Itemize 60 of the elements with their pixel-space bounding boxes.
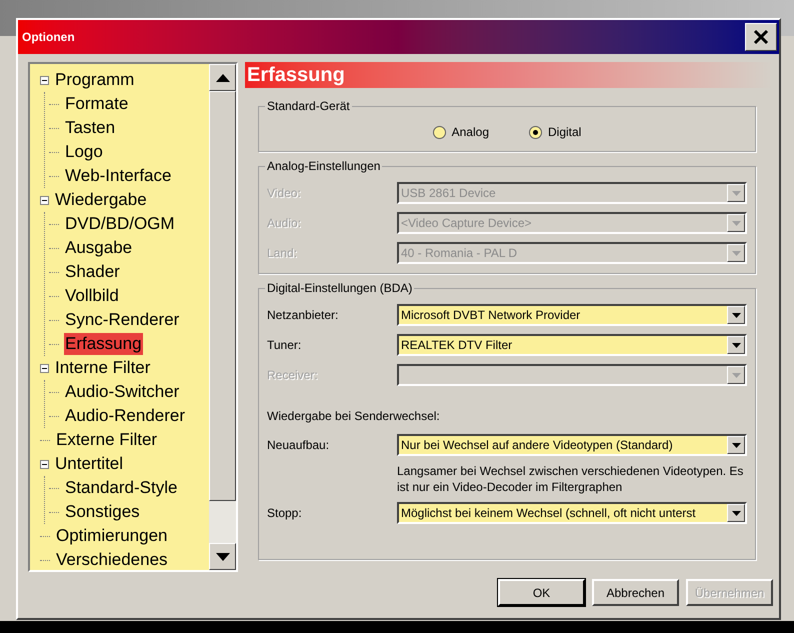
collapse-icon[interactable] [40,196,49,204]
tree-item[interactable]: Logo [64,141,104,163]
tree-item[interactable]: Optimierungen [55,525,169,547]
tree-item[interactable]: Wiedergabe [54,189,148,211]
tree-item[interactable]: Verschiedenes [55,549,169,570]
dropdown[interactable] [397,364,747,386]
tree-item[interactable]: Vollbild [64,285,120,307]
tree-item[interactable]: Interne Filter [54,357,152,379]
radio-label: Digital [548,124,582,141]
section-heading: Wiedergabe bei Senderwechsel: [267,408,441,425]
tree-item[interactable]: Externe Filter [55,429,158,451]
group-title: Standard-Gerät [265,99,352,113]
tree-item[interactable]: Programm [54,69,136,91]
tree-item[interactable]: Formate [64,93,130,115]
radio-button[interactable] [432,126,446,138]
dropdown[interactable]: Möglichst bei keinem Wechsel (schnell, oft nicht unterst [397,502,747,524]
window-title: Optionen [22,29,75,46]
radio-label: Analog [452,124,489,141]
close-button[interactable] [745,23,777,51]
tree-item[interactable]: Audio-Switcher [64,381,180,403]
field-label: Tuner: [267,337,302,354]
dropdown-value: <Video Capture Device> [400,215,533,232]
field-label: Netzanbieter: [267,307,340,324]
tree-item[interactable]: DVD/BD/OGM [64,213,176,235]
tree-item[interactable]: Erfassung [64,333,143,355]
dialog-button[interactable]: Abbrechen [592,579,679,606]
scroll-up-icon[interactable] [209,64,236,91]
dropdown[interactable]: Nur bei Wechsel auf andere Videotypen (Standard) [397,434,747,456]
dropdown-value: 40 - Romania - PAL D [400,245,518,262]
dropdown-value: Nur bei Wechsel auf andere Videotypen (Standard) [400,437,674,454]
tree-item[interactable]: Sync-Renderer [64,309,180,331]
close-icon [753,29,769,45]
tree-item[interactable]: Audio-Renderer [64,405,186,427]
scroll-down-icon[interactable] [209,543,236,570]
scrollbar[interactable] [209,64,236,570]
dropdown-value: Möglichst bei keinem Wechsel (schnell, oft nicht unterst [400,505,697,522]
page-title: Erfassung [247,63,345,88]
dropdown-value: Microsoft DVBT Network Provider [400,307,582,324]
tree-item[interactable]: Sonstiges [64,501,141,523]
tree-item[interactable]: Ausgabe [64,237,134,259]
group-title: Analog-Einstellungen [265,159,382,173]
group-title: Digital-Einstellungen (BDA) [265,281,414,295]
field-label: Neuaufbau: [267,437,330,454]
dropdown-value: REALTEK DTV Filter [400,337,514,354]
tree-item[interactable]: Web-Interface [64,165,172,187]
scroll-thumb[interactable] [209,91,236,501]
tree-item[interactable]: Untertitel [54,453,124,475]
dropdown-value: USB 2861 Device [400,185,497,202]
dropdown[interactable]: Microsoft DVBT Network Provider [397,304,747,326]
field-label: Stopp: [267,505,303,522]
collapse-icon[interactable] [40,364,49,372]
tree-item[interactable]: Standard-Style [64,477,178,499]
tree-item[interactable]: Shader [64,261,121,283]
dialog-button[interactable]: OK [498,579,585,606]
radio-button[interactable] [529,126,542,138]
collapse-icon[interactable] [40,460,49,468]
collapse-icon[interactable] [40,76,49,84]
dropdown[interactable]: REALTEK DTV Filter [397,334,747,356]
help-text: Langsamer bei Wechsel zwischen verschiedenen Videotypen. Es ist nur ein Video-Decoder im Filtergraphen [397,463,744,495]
tree-item[interactable]: Tasten [64,117,116,139]
